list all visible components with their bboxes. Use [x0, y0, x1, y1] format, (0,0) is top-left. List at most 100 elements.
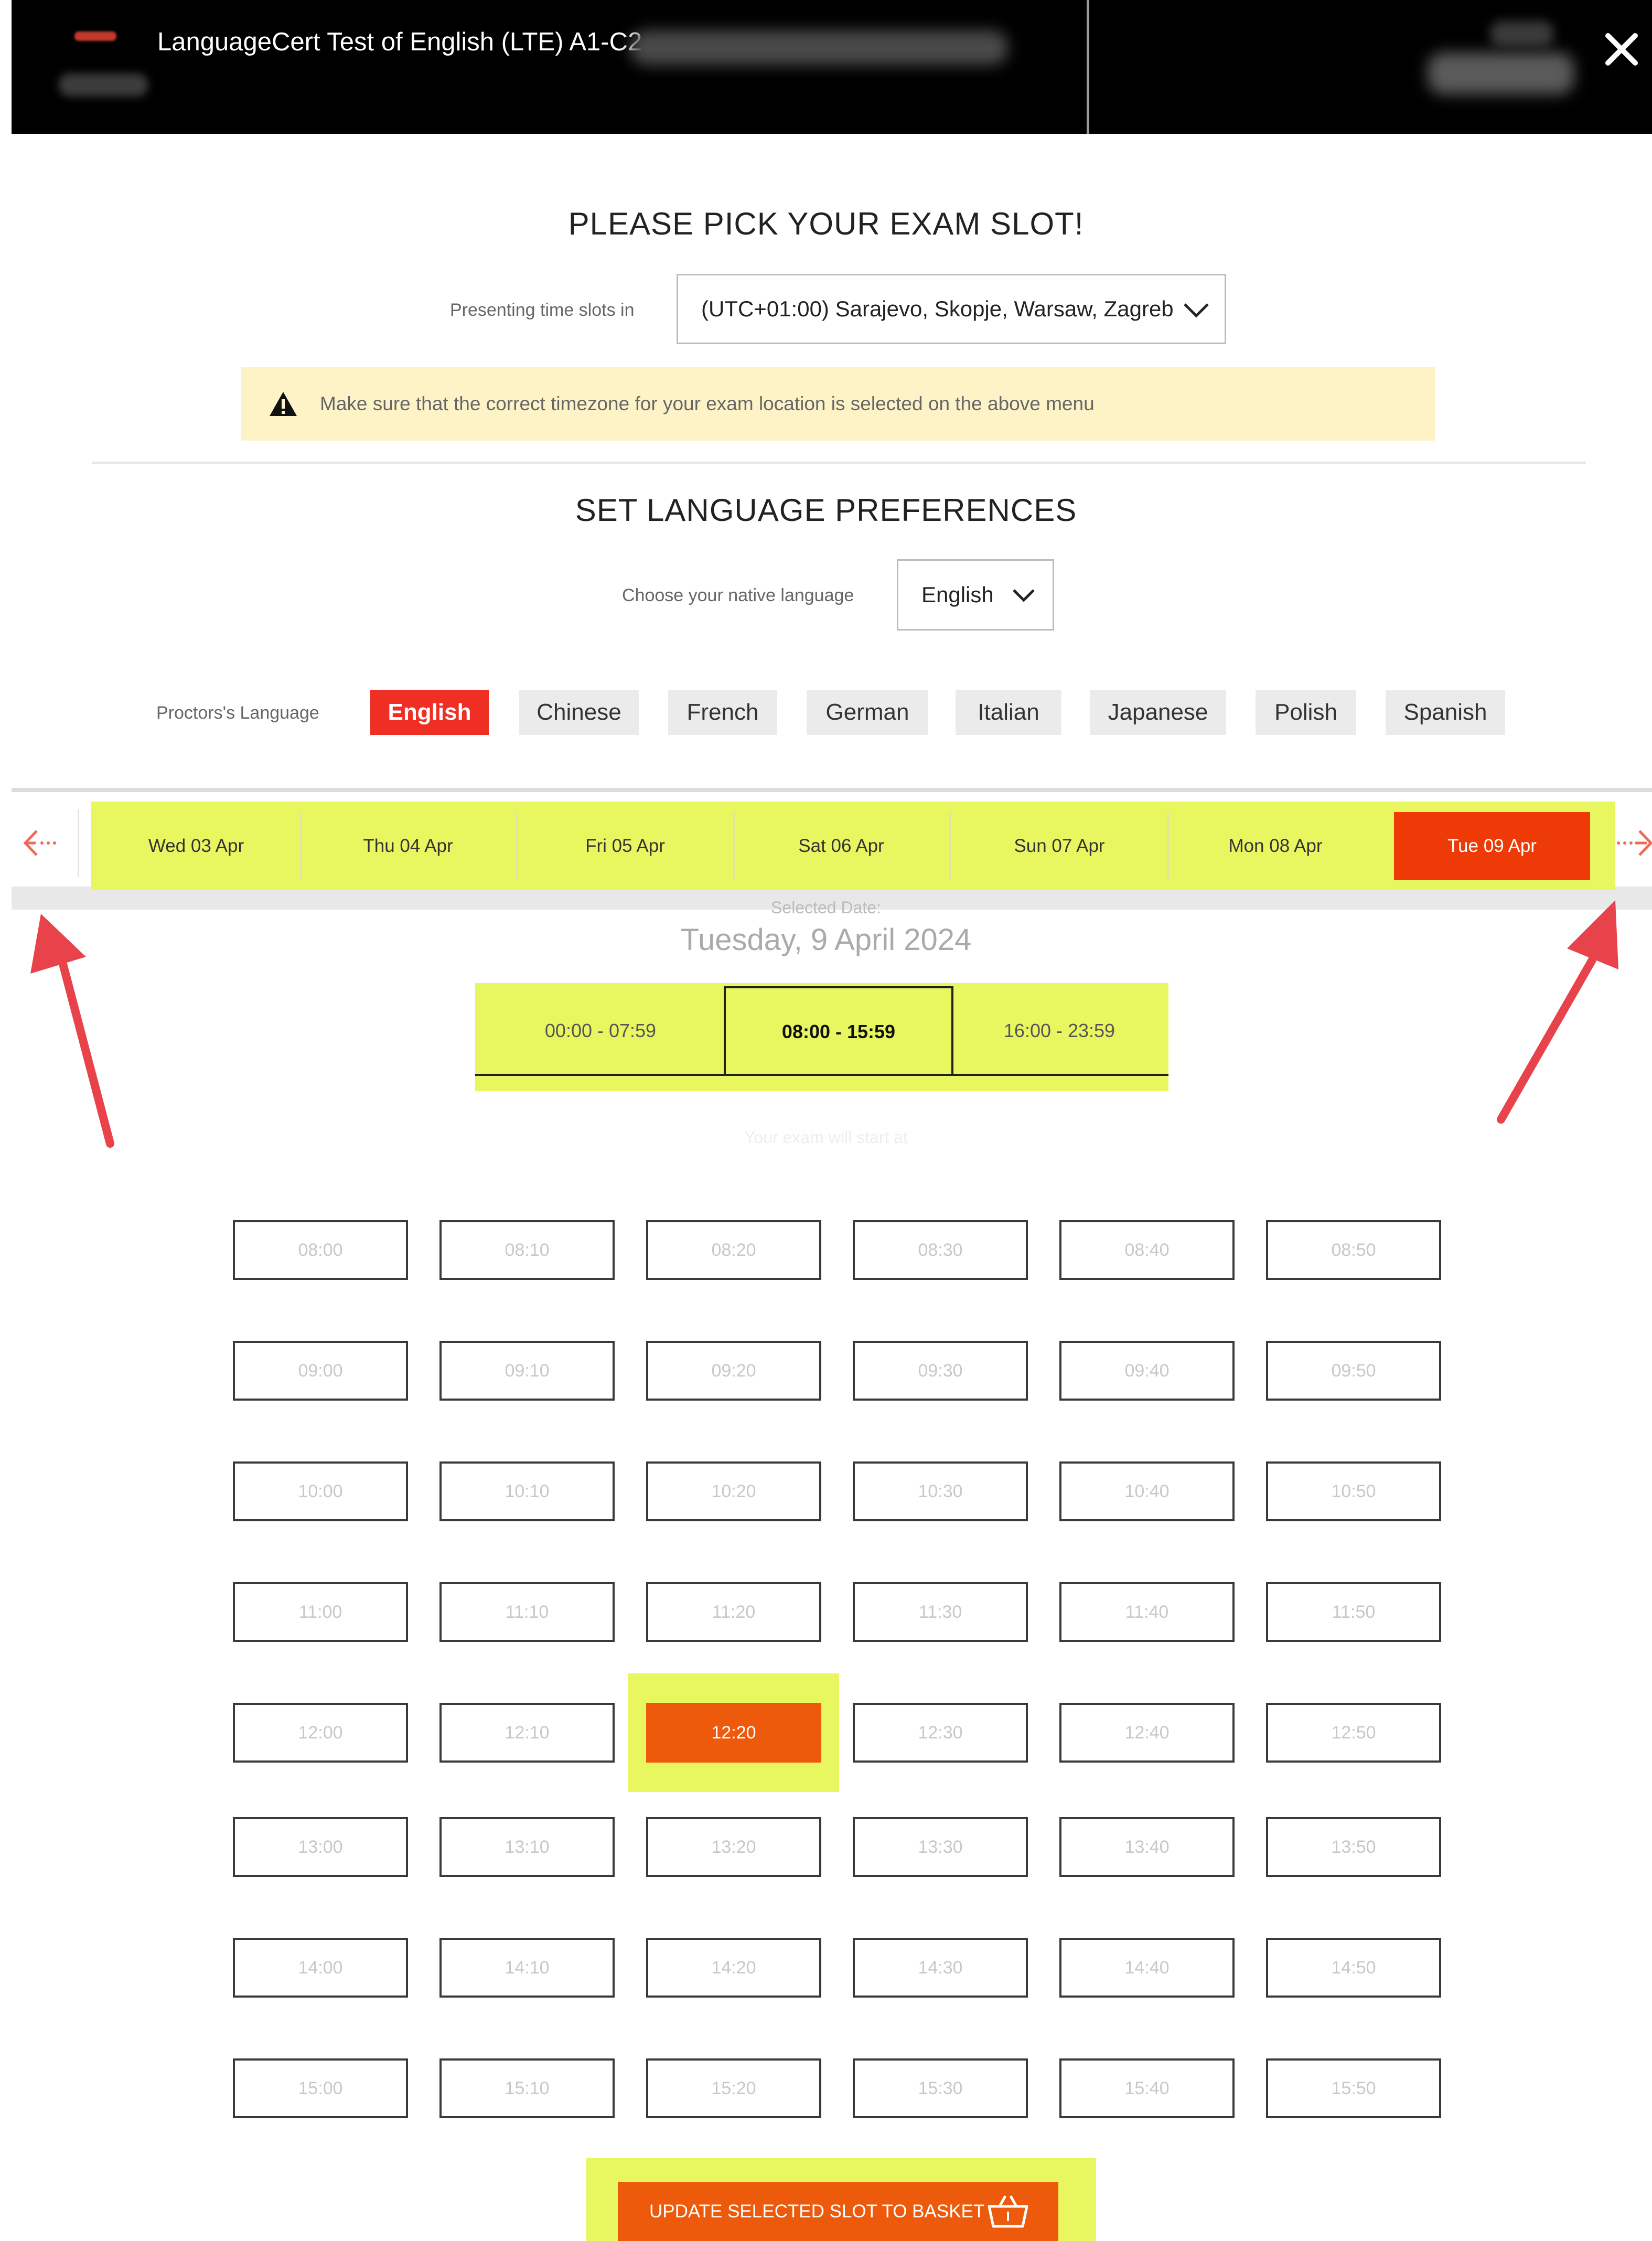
time-slot-14-30[interactable]: 14:30	[853, 1938, 1028, 1998]
blurred-header-info-small	[1490, 21, 1553, 47]
exam-title: LanguageCert Test of English (LTE) A1-C2	[157, 28, 642, 56]
logo-icon	[74, 31, 116, 41]
header-divider	[1087, 0, 1089, 134]
time-slot-13-20[interactable]: 13:20	[646, 1817, 821, 1877]
time-slot-14-00[interactable]: 14:00	[233, 1938, 408, 1998]
date-strip-top-border	[12, 788, 1652, 792]
time-slot-12-40[interactable]: 12:40	[1059, 1703, 1235, 1763]
time-slot-13-50[interactable]: 13:50	[1266, 1817, 1441, 1877]
time-slot-15-30[interactable]: 15:30	[853, 2058, 1028, 2118]
time-slot-10-30[interactable]: 10:30	[853, 1461, 1028, 1521]
time-slot-15-00[interactable]: 15:00	[233, 2058, 408, 2118]
time-slot-13-30[interactable]: 13:30	[853, 1817, 1028, 1877]
time-range-16-24[interactable]: 16:00 - 23:59	[954, 986, 1164, 1075]
exam-slot-heading: PLEASE PICK YOUR EXAM SLOT!	[568, 206, 1084, 241]
time-slot-11-40[interactable]: 11:40	[1059, 1582, 1235, 1642]
time-slot-09-40[interactable]: 09:40	[1059, 1341, 1235, 1401]
exam-start-note: Your exam will start at	[744, 1128, 908, 1147]
time-slot-14-10[interactable]: 14:10	[439, 1938, 615, 1998]
time-slot-12-20[interactable]: 12:20	[646, 1703, 821, 1763]
time-slot-10-50[interactable]: 10:50	[1266, 1461, 1441, 1521]
time-slot-14-20[interactable]: 14:20	[646, 1938, 821, 1998]
timezone-label: Presenting time slots in	[450, 300, 635, 320]
time-slot-12-50[interactable]: 12:50	[1266, 1703, 1441, 1763]
time-slot-13-10[interactable]: 13:10	[439, 1817, 615, 1877]
time-slot-08-20[interactable]: 08:20	[646, 1220, 821, 1280]
time-slot-08-00[interactable]: 08:00	[233, 1220, 408, 1280]
time-slot-09-30[interactable]: 09:30	[853, 1341, 1028, 1401]
date-separator	[733, 812, 735, 880]
time-slot-08-30[interactable]: 08:30	[853, 1220, 1028, 1280]
date-sat-06-apr[interactable]: Sat 06 Apr	[735, 812, 947, 880]
timezone-select[interactable]: (UTC+01:00) Sarajevo, Skopje, Warsaw, Za…	[677, 274, 1226, 344]
time-slot-11-20[interactable]: 11:20	[646, 1582, 821, 1642]
time-slot-11-10[interactable]: 11:10	[439, 1582, 615, 1642]
time-slot-14-40[interactable]: 14:40	[1059, 1938, 1235, 1998]
previous-dates-arrow-icon[interactable]	[21, 825, 63, 861]
update-basket-button[interactable]: UPDATE SELECTED SLOT TO BASKET	[618, 2182, 1058, 2241]
time-slot-10-40[interactable]: 10:40	[1059, 1461, 1235, 1521]
proctor-lang-polish[interactable]: Polish	[1256, 690, 1356, 735]
selected-date-label: Selected Date:	[771, 898, 881, 917]
language-prefs-heading: SET LANGUAGE PREFERENCES	[575, 493, 1077, 528]
date-separator	[516, 812, 518, 880]
proctor-lang-spanish[interactable]: Spanish	[1386, 690, 1505, 735]
date-sun-07-apr[interactable]: Sun 07 Apr	[951, 812, 1167, 880]
time-slot-15-20[interactable]: 15:20	[646, 2058, 821, 2118]
native-language-value: English	[921, 582, 994, 607]
section-divider	[92, 462, 1586, 464]
blurred-logo-text	[59, 73, 148, 97]
time-slot-13-00[interactable]: 13:00	[233, 1817, 408, 1877]
time-slot-11-30[interactable]: 11:30	[853, 1582, 1028, 1642]
proctor-language-label: Proctors's Language	[156, 703, 319, 723]
proctor-lang-italian[interactable]: Italian	[956, 690, 1061, 735]
proctor-lang-chinese[interactable]: Chinese	[519, 690, 639, 735]
date-thu-04-apr[interactable]: Thu 04 Apr	[302, 812, 514, 880]
blurred-header-info	[1428, 52, 1574, 94]
basket-icon	[988, 2195, 1028, 2228]
time-slot-11-50[interactable]: 11:50	[1266, 1582, 1441, 1642]
selected-date-value: Tuesday, 9 April 2024	[680, 923, 972, 957]
date-separator	[1167, 812, 1169, 880]
time-slot-10-10[interactable]: 10:10	[439, 1461, 615, 1521]
time-slot-08-10[interactable]: 08:10	[439, 1220, 615, 1280]
time-slot-15-10[interactable]: 15:10	[439, 2058, 615, 2118]
time-slot-15-50[interactable]: 15:50	[1266, 2058, 1441, 2118]
next-dates-arrow-icon[interactable]	[1614, 825, 1652, 861]
timezone-value: (UTC+01:00) Sarajevo, Skopje, Warsaw, Za…	[701, 296, 1174, 321]
time-slot-12-30[interactable]: 12:30	[853, 1703, 1028, 1763]
time-slot-10-20[interactable]: 10:20	[646, 1461, 821, 1521]
date-fri-05-apr[interactable]: Fri 05 Apr	[518, 812, 732, 880]
date-separator	[949, 812, 951, 880]
time-slot-09-50[interactable]: 09:50	[1266, 1341, 1441, 1401]
date-wed-03-apr[interactable]: Wed 03 Apr	[93, 812, 299, 880]
date-tue-09-apr[interactable]: Tue 09 Apr	[1394, 812, 1590, 880]
time-slot-12-00[interactable]: 12:00	[233, 1703, 408, 1763]
proctor-lang-japanese[interactable]: Japanese	[1090, 690, 1226, 735]
time-slot-11-00[interactable]: 11:00	[233, 1582, 408, 1642]
date-mon-08-apr[interactable]: Mon 08 Apr	[1170, 812, 1381, 880]
native-language-label: Choose your native language	[622, 585, 854, 605]
time-slot-09-10[interactable]: 09:10	[439, 1341, 615, 1401]
proctor-lang-french[interactable]: French	[668, 690, 777, 735]
proctor-lang-german[interactable]: German	[807, 690, 928, 735]
native-language-select[interactable]: English	[897, 559, 1054, 631]
close-icon[interactable]	[1601, 28, 1643, 70]
time-slot-15-40[interactable]: 15:40	[1059, 2058, 1235, 2118]
time-slot-13-40[interactable]: 13:40	[1059, 1817, 1235, 1877]
timezone-warning: Make sure that the correct timezone for …	[241, 367, 1435, 441]
time-range-08-16[interactable]: 08:00 - 15:59	[724, 986, 953, 1075]
time-slot-10-00[interactable]: 10:00	[233, 1461, 408, 1521]
time-slot-14-50[interactable]: 14:50	[1266, 1938, 1441, 1998]
time-slot-08-50[interactable]: 08:50	[1266, 1220, 1441, 1280]
time-slot-08-40[interactable]: 08:40	[1059, 1220, 1235, 1280]
time-slot-09-20[interactable]: 09:20	[646, 1341, 821, 1401]
time-range-00-08[interactable]: 00:00 - 07:59	[478, 986, 723, 1075]
time-slot-12-10[interactable]: 12:10	[439, 1703, 615, 1763]
chevron-down-icon	[1184, 303, 1209, 318]
proctor-lang-english[interactable]: English	[370, 690, 489, 735]
update-basket-label: UPDATE SELECTED SLOT TO BASKET	[649, 2201, 985, 2222]
modal-header: LanguageCert Test of English (LTE) A1-C2	[12, 0, 1652, 134]
time-slot-09-00[interactable]: 09:00	[233, 1341, 408, 1401]
date-strip-separator	[78, 809, 79, 877]
